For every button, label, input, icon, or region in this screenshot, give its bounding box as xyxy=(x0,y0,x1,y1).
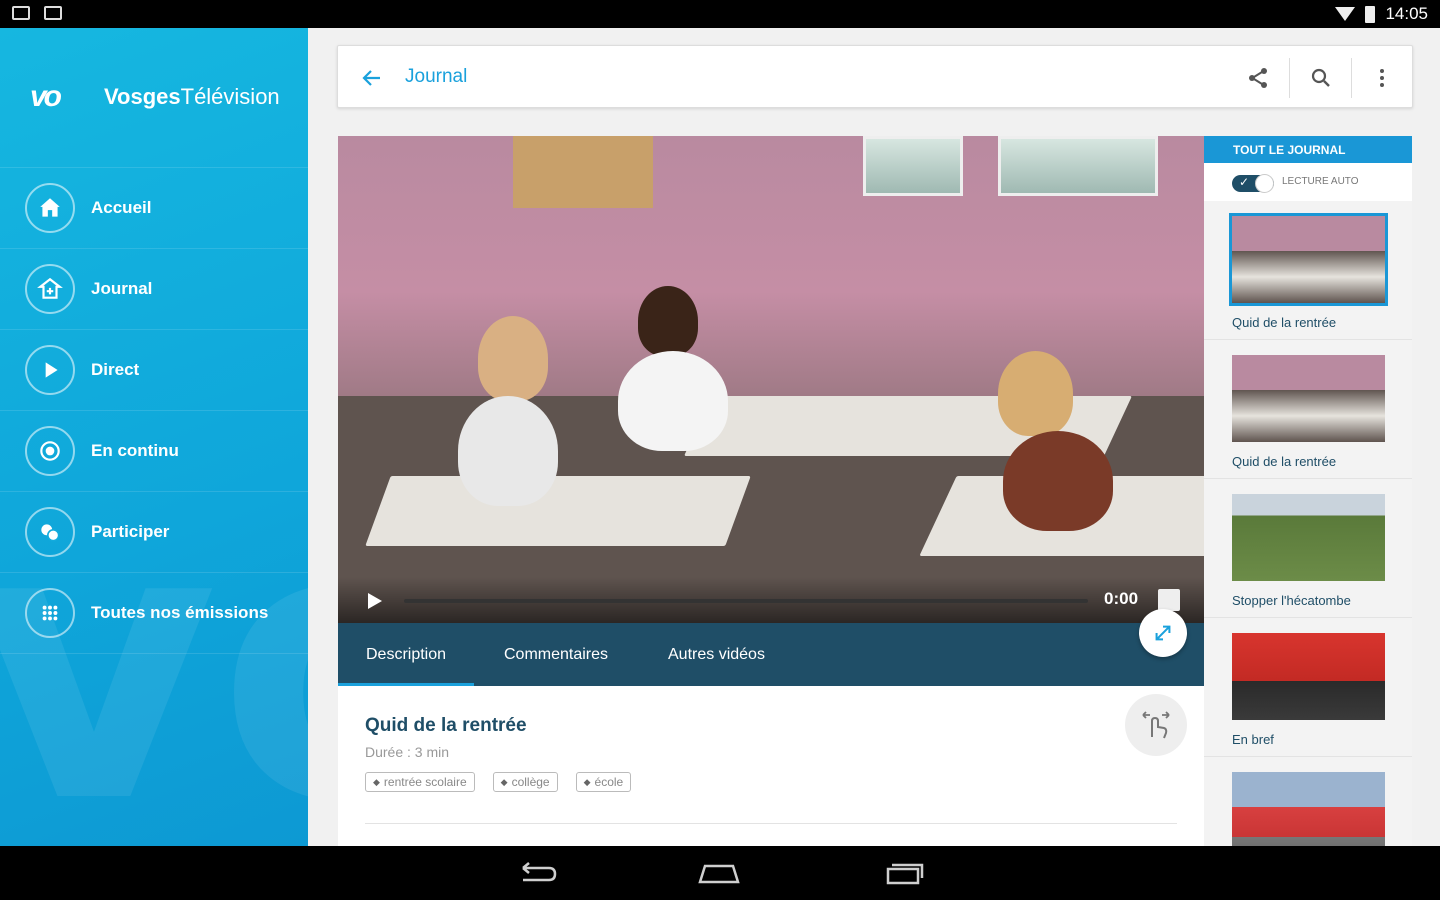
autoplay-label: LECTURE AUTO xyxy=(1282,176,1359,187)
sidebar-menu: Accueil Journal Direct En continu Partic… xyxy=(0,168,308,654)
sidebar-item-label: En continu xyxy=(91,441,179,460)
journal-icon xyxy=(25,264,75,314)
continuous-icon xyxy=(25,426,75,476)
play-icon[interactable] xyxy=(362,589,386,618)
share-icon[interactable] xyxy=(1246,66,1270,95)
sidebar-item-label: Participer xyxy=(91,522,170,541)
more-options-icon[interactable] xyxy=(1370,66,1394,95)
video-frame-child xyxy=(998,351,1073,436)
playlist-thumbnail xyxy=(1232,772,1385,846)
tag-icon: ◆ xyxy=(583,776,591,787)
sidebar-item-label: Accueil xyxy=(91,198,152,217)
wifi-icon xyxy=(1335,7,1356,21)
playlist-item[interactable] xyxy=(1204,758,1412,846)
tab-label: Description xyxy=(365,645,447,663)
toolbar-divider xyxy=(1351,58,1352,98)
playlist-header: TOUT LE JOURNAL xyxy=(1204,136,1412,163)
video-frame-window xyxy=(998,136,1158,196)
sidebar-item-en-continu[interactable]: En continu xyxy=(0,411,308,492)
playlist-thumbnail xyxy=(1232,633,1385,720)
video-frame-child xyxy=(638,286,698,356)
video-frame-board xyxy=(513,136,653,208)
battery-icon xyxy=(1365,5,1376,23)
video-title: Quid de la rentrée xyxy=(365,715,527,736)
divider xyxy=(365,823,1177,824)
tab-autres-videos[interactable]: Autres vidéos xyxy=(668,623,765,686)
screenshot-icon xyxy=(44,6,62,20)
participate-icon xyxy=(25,507,75,557)
playlist-thumbnail xyxy=(1232,355,1385,442)
tag-icon: ◆ xyxy=(500,776,508,787)
playlist-thumbnail xyxy=(1232,494,1385,581)
sidebar-item-accueil[interactable]: Accueil xyxy=(0,168,308,249)
sidebar-item-toutes-nos-emissions[interactable]: Toutes nos émissions xyxy=(0,573,308,654)
tab-label: Commentaires xyxy=(504,645,609,663)
video-frame-child xyxy=(458,396,558,506)
page-title: Journal xyxy=(405,66,468,87)
playlist-item[interactable]: Stopper l'hécatombe xyxy=(1204,480,1412,618)
playlist-item[interactable]: Quid de la rentrée xyxy=(1204,202,1412,340)
play-icon xyxy=(25,345,75,395)
tag-list: ◆ rentrée scolaire ◆ collège ◆ école xyxy=(365,772,632,792)
player-time: 0:00 xyxy=(1104,589,1139,608)
video-frame-desk xyxy=(365,476,751,546)
sidebar-item-journal[interactable]: Journal xyxy=(0,249,308,330)
sidebar-item-label: Direct xyxy=(91,360,140,379)
expand-icon xyxy=(1155,625,1171,641)
recent-apps-icon[interactable] xyxy=(882,860,926,891)
brand: vo VosgesTélévision xyxy=(0,28,308,168)
playlist-caption: Quid de la rentrée xyxy=(1232,454,1337,469)
playlist-item[interactable]: En bref xyxy=(1204,619,1412,757)
tab-commentaires[interactable]: Commentaires xyxy=(504,623,608,686)
video-frame-child xyxy=(1003,431,1113,531)
video-frame-child xyxy=(478,316,548,401)
sidebar: vo vo VosgesTélévision Accueil Journal D… xyxy=(0,28,308,846)
sidebar-item-label: Toutes nos émissions xyxy=(91,603,269,622)
progress-bar[interactable] xyxy=(404,599,1088,603)
toolbar-divider xyxy=(1289,58,1290,98)
tab-bar: Description Commentaires Autres vidéos xyxy=(338,623,1204,686)
brand-logo: vo xyxy=(30,80,62,113)
playlist-caption: Stopper l'hécatombe xyxy=(1232,593,1351,608)
player-controls: 0:00 xyxy=(338,577,1204,623)
video-player[interactable]: 0:00 xyxy=(338,136,1204,623)
autoplay-row: ✓ LECTURE AUTO xyxy=(1204,163,1412,201)
expand-button[interactable] xyxy=(1139,609,1187,657)
back-arrow-icon[interactable] xyxy=(360,66,384,95)
notification-icon xyxy=(12,6,30,20)
video-frame-window xyxy=(863,136,963,196)
check-icon: ✓ xyxy=(1239,175,1250,189)
tag-icon: ◆ xyxy=(373,776,380,787)
home-icon xyxy=(25,183,75,233)
swipe-hint-icon[interactable] xyxy=(1125,694,1187,756)
back-icon[interactable] xyxy=(515,860,559,891)
video-frame-child xyxy=(618,351,728,451)
status-time: 14:05 xyxy=(1385,4,1428,23)
sidebar-item-participer[interactable]: Participer xyxy=(0,492,308,573)
playlist-item[interactable]: Quid de la rentrée xyxy=(1204,341,1412,479)
tab-description[interactable]: Description xyxy=(338,623,474,686)
search-icon[interactable] xyxy=(1309,66,1333,95)
toggle-knob xyxy=(1255,174,1274,193)
playlist-panel: TOUT LE JOURNAL ✓ LECTURE AUTO Quid de l… xyxy=(1204,136,1412,846)
tab-label: Autres vidéos xyxy=(668,645,765,663)
sidebar-item-label: Journal xyxy=(91,279,153,298)
video-duration: Durée : 3 min xyxy=(365,744,450,760)
sidebar-item-direct[interactable]: Direct xyxy=(0,330,308,411)
status-bar: 14:05 xyxy=(0,0,1440,28)
tag[interactable]: ◆ école xyxy=(575,772,632,792)
tag[interactable]: ◆ collège xyxy=(492,772,558,792)
video-details: Quid de la rentrée Durée : 3 min ◆ rentré… xyxy=(338,686,1204,846)
top-bar: Journal xyxy=(337,45,1413,108)
playlist-thumbnail xyxy=(1229,213,1388,306)
playlist-caption: Quid de la rentrée xyxy=(1232,315,1337,330)
navigation-bar xyxy=(0,846,1440,900)
tag[interactable]: ◆ rentrée scolaire xyxy=(365,772,475,792)
brand-name: VosgesTélévision xyxy=(104,84,280,109)
fullscreen-icon[interactable] xyxy=(1158,589,1180,611)
playlist-caption: En bref xyxy=(1232,732,1274,747)
home-icon[interactable] xyxy=(697,860,741,891)
autoplay-toggle[interactable]: ✓ xyxy=(1232,174,1274,193)
grid-icon xyxy=(25,588,75,638)
